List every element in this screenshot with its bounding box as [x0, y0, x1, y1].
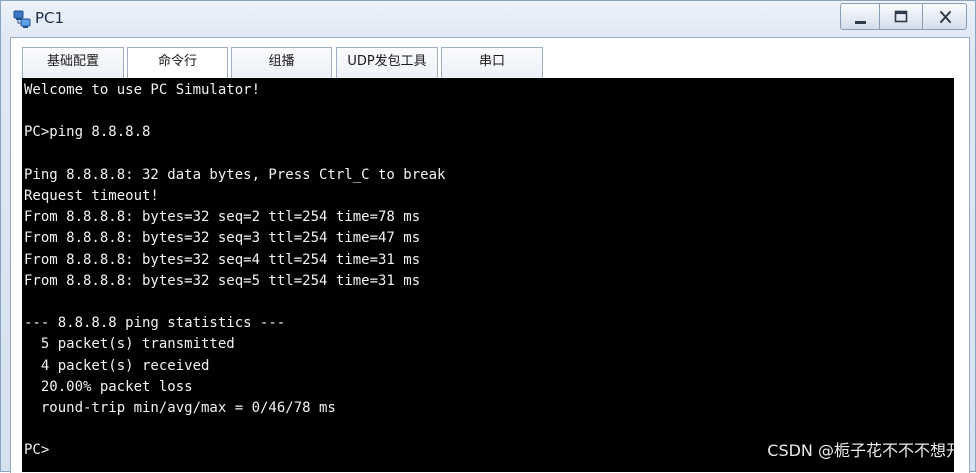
console-prompt[interactable]: PC> — [24, 442, 49, 458]
window-title: PC1 — [35, 9, 65, 27]
pc-simulator-icon — [12, 9, 32, 29]
tab-command-line[interactable]: 命令行 — [127, 47, 228, 78]
console-line: From 8.8.8.8: bytes=32 seq=5 ttl=254 tim… — [24, 272, 421, 289]
command-line-console[interactable]: Welcome to use PC Simulator! PC>ping 8.8… — [22, 78, 954, 472]
console-line: --- 8.8.8.8 ping statistics --- — [24, 315, 286, 332]
console-line: Request timeout! — [24, 188, 159, 205]
console-line: round-trip min/avg/max = 0/46/78 ms — [24, 400, 336, 417]
console-line: 5 packet(s) transmitted — [24, 336, 235, 353]
console-line: 4 packet(s) received — [24, 357, 210, 374]
maximize-icon — [894, 10, 908, 23]
console-line: 20.00% packet loss — [24, 378, 193, 395]
tab-serial-port[interactable]: 串口 — [441, 47, 543, 78]
console-line: From 8.8.8.8: bytes=32 seq=2 ttl=254 tim… — [24, 209, 421, 226]
console-output: Welcome to use PC Simulator! PC>ping 8.8… — [22, 78, 954, 462]
console-line: Ping 8.8.8.8: 32 data bytes, Press Ctrl_… — [24, 166, 446, 183]
minimize-button[interactable] — [840, 3, 880, 30]
close-button[interactable] — [922, 3, 967, 30]
tab-multicast[interactable]: 组播 — [231, 47, 332, 78]
minimize-icon — [855, 21, 866, 24]
console-line: From 8.8.8.8: bytes=32 seq=4 ttl=254 tim… — [24, 251, 421, 268]
close-icon — [940, 11, 951, 23]
title-bar[interactable]: PC1 — [1, 1, 975, 35]
maximize-button[interactable] — [880, 3, 922, 30]
console-line: From 8.8.8.8: bytes=32 seq=3 ttl=254 tim… — [24, 230, 421, 247]
tab-udp-packet-tool[interactable]: UDP发包工具 — [336, 47, 438, 78]
console-line: Welcome to use PC Simulator! — [24, 82, 261, 98]
console-line: PC>ping 8.8.8.8 — [24, 124, 151, 141]
tab-basic-config[interactable]: 基础配置 — [22, 47, 124, 78]
csdn-watermark: CSDN @栀子花不不不想开 — [767, 441, 962, 460]
